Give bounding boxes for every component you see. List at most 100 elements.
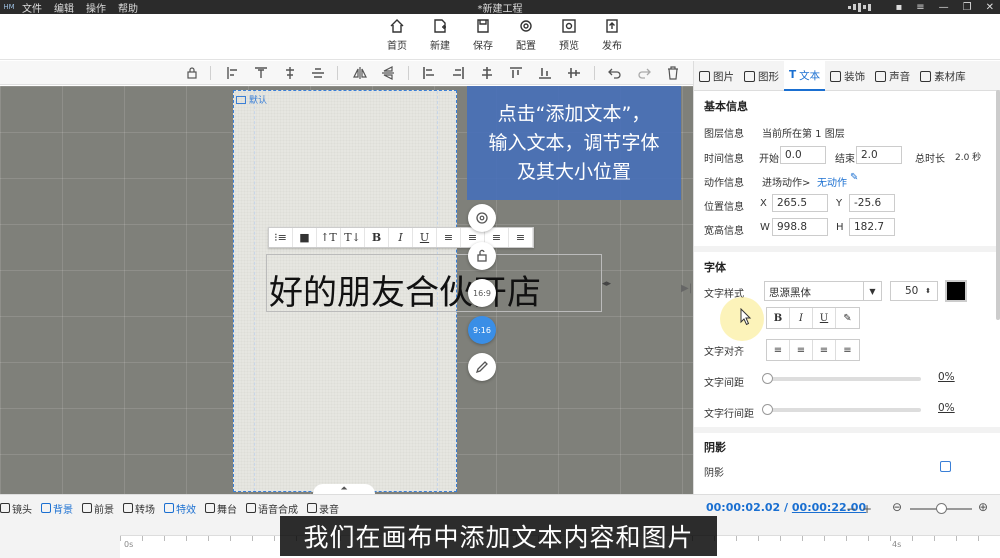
save-button[interactable]: 保存 [463, 18, 503, 52]
panel-align-justify-button[interactable]: ≡ [836, 340, 859, 360]
slider-thumb[interactable] [762, 404, 773, 415]
panel-scrollbar[interactable] [996, 90, 1000, 320]
align-middle-icon[interactable] [311, 66, 325, 80]
tab-sound[interactable]: 声音 [870, 61, 915, 91]
timeline-record[interactable]: 录音 [307, 501, 339, 516]
list-icon[interactable]: ⁝≡ [269, 228, 293, 247]
align-top-edge-icon[interactable] [254, 66, 268, 80]
menu-help[interactable]: 帮助 [118, 0, 138, 15]
timeline-background[interactable]: 背景 [41, 501, 73, 516]
config-button[interactable]: 配置 [506, 18, 546, 52]
menu-icon[interactable]: ≡ [916, 2, 924, 13]
y-input[interactable]: -25.6 [849, 194, 895, 212]
panel-expand-icon[interactable]: ▶| [681, 283, 692, 294]
enter-action-button[interactable]: 进场动作> [762, 174, 810, 189]
line-spacing-value[interactable]: 0% [938, 402, 955, 414]
align-center-icon[interactable] [283, 66, 297, 80]
text-element[interactable]: 好的朋友合伙开店 [266, 254, 602, 314]
panel-bold-button[interactable]: B [767, 308, 790, 328]
timeline-foreground[interactable]: 前景 [82, 501, 114, 516]
tab-shape[interactable]: 图形 [739, 61, 784, 91]
text-color-swatch[interactable] [945, 280, 967, 302]
panel-align-right-button[interactable]: ≡ [813, 340, 836, 360]
close-icon[interactable]: ✕ [986, 2, 994, 13]
letter-spacing-value[interactable]: 0% [938, 371, 955, 383]
distribute-top-icon[interactable] [509, 66, 523, 80]
ratio-16-9-button[interactable]: 16:9 [468, 279, 496, 307]
bold-button[interactable]: B [365, 228, 389, 247]
timeline-effects[interactable]: 特效 [164, 501, 196, 516]
zoom-slider[interactable] [910, 503, 972, 514]
align-left-button[interactable]: ≡ [437, 228, 461, 247]
timeline-transition[interactable]: 转场 [123, 501, 155, 516]
zoom-slider-thumb[interactable] [936, 503, 947, 514]
menu-file[interactable]: 文件 [22, 0, 42, 15]
rotate-button[interactable] [468, 204, 496, 232]
no-action-link[interactable]: 无动作 [817, 174, 847, 189]
underline-button[interactable]: U [413, 228, 437, 247]
zoom-in-icon[interactable]: ⊕ [978, 500, 988, 514]
font-size-stepper[interactable]: 50 ⬍ [890, 281, 938, 301]
home-button[interactable]: 首页 [377, 18, 417, 52]
panel-align-left-button[interactable]: ≡ [767, 340, 790, 360]
zoom-out-icon[interactable]: ⊖ [892, 500, 902, 514]
start-input[interactable]: 0.0 [780, 146, 826, 164]
panel-align-center-button[interactable]: ≡ [790, 340, 813, 360]
canvas-area[interactable]: 默认 点击“添加文本”， 输入文本，调节字体 及其大小位置 ⁝≡ ■ ↑T T↓… [0, 86, 693, 494]
shadow-checkbox[interactable] [940, 461, 951, 472]
skin-icon[interactable]: ▪ [895, 2, 902, 13]
collapse-timeline-button[interactable]: ⏶ [313, 484, 375, 494]
new-button[interactable]: 新建 [420, 18, 460, 52]
h-input[interactable]: 182.7 [849, 218, 895, 236]
edit-button[interactable] [468, 353, 496, 381]
stepper-arrows-icon[interactable]: ⬍ [919, 282, 937, 300]
delete-icon[interactable] [666, 66, 680, 80]
align-left-edge-icon[interactable] [226, 66, 240, 80]
flip-vertical-icon[interactable] [381, 66, 395, 80]
format-brush-icon[interactable]: ✎ [836, 308, 859, 328]
slider-thumb[interactable] [762, 373, 773, 384]
edit-action-icon[interactable]: ✎ [850, 172, 858, 183]
line-spacing-slider[interactable] [762, 404, 921, 415]
tab-text[interactable]: T 文本 [784, 61, 826, 91]
undo-icon[interactable] [608, 66, 622, 80]
restore-icon[interactable]: ❐ [963, 2, 972, 13]
w-input[interactable]: 998.8 [772, 218, 828, 236]
resize-handle-icon[interactable]: ◂▸ [602, 279, 612, 289]
distribute-left-icon[interactable] [422, 66, 436, 80]
minimize-icon[interactable]: — [939, 2, 949, 13]
tab-image[interactable]: 图片 [694, 61, 739, 91]
align-justify-button[interactable]: ≡ [509, 228, 533, 247]
color-swatch-icon[interactable]: ■ [293, 228, 317, 247]
zoom-out-button[interactable]: − [846, 502, 856, 516]
menu-operate[interactable]: 操作 [86, 0, 106, 15]
menu-edit[interactable]: 编辑 [54, 0, 74, 15]
flip-horizontal-icon[interactable] [353, 66, 367, 80]
font-increase-button[interactable]: ↑T [317, 228, 341, 247]
lock-icon[interactable] [185, 66, 199, 80]
panel-underline-button[interactable]: U [813, 308, 836, 328]
tab-library[interactable]: 素材库 [915, 61, 971, 91]
distribute-bottom-icon[interactable] [538, 66, 552, 80]
publish-button[interactable]: 发布 [592, 18, 632, 52]
text-element-content[interactable]: 好的朋友合伙开店 [269, 265, 541, 314]
zoom-in-button[interactable]: + [862, 502, 872, 516]
lock-button[interactable] [468, 242, 496, 270]
timeline-tts[interactable]: 语音合成 [246, 501, 298, 516]
timeline-camera[interactable]: 镜头 [0, 501, 32, 516]
font-decrease-button[interactable]: T↓ [341, 228, 365, 247]
end-input[interactable]: 2.0 [856, 146, 902, 164]
panel-italic-button[interactable]: I [790, 308, 813, 328]
font-family-select[interactable]: 思源黑体 ▼ [764, 281, 882, 301]
ratio-9-16-button[interactable]: 9:16 [468, 316, 496, 344]
tab-decoration[interactable]: 装饰 [825, 61, 870, 91]
timeline-stage[interactable]: 舞台 [205, 501, 237, 516]
x-input[interactable]: 265.5 [772, 194, 828, 212]
preview-button[interactable]: 预览 [549, 18, 589, 52]
distribute-center-icon[interactable] [480, 66, 494, 80]
distribute-middle-icon[interactable] [567, 66, 581, 80]
italic-button[interactable]: I [389, 228, 413, 247]
letter-spacing-slider[interactable] [762, 373, 921, 384]
redo-icon[interactable] [637, 66, 651, 80]
distribute-right-icon[interactable] [451, 66, 465, 80]
